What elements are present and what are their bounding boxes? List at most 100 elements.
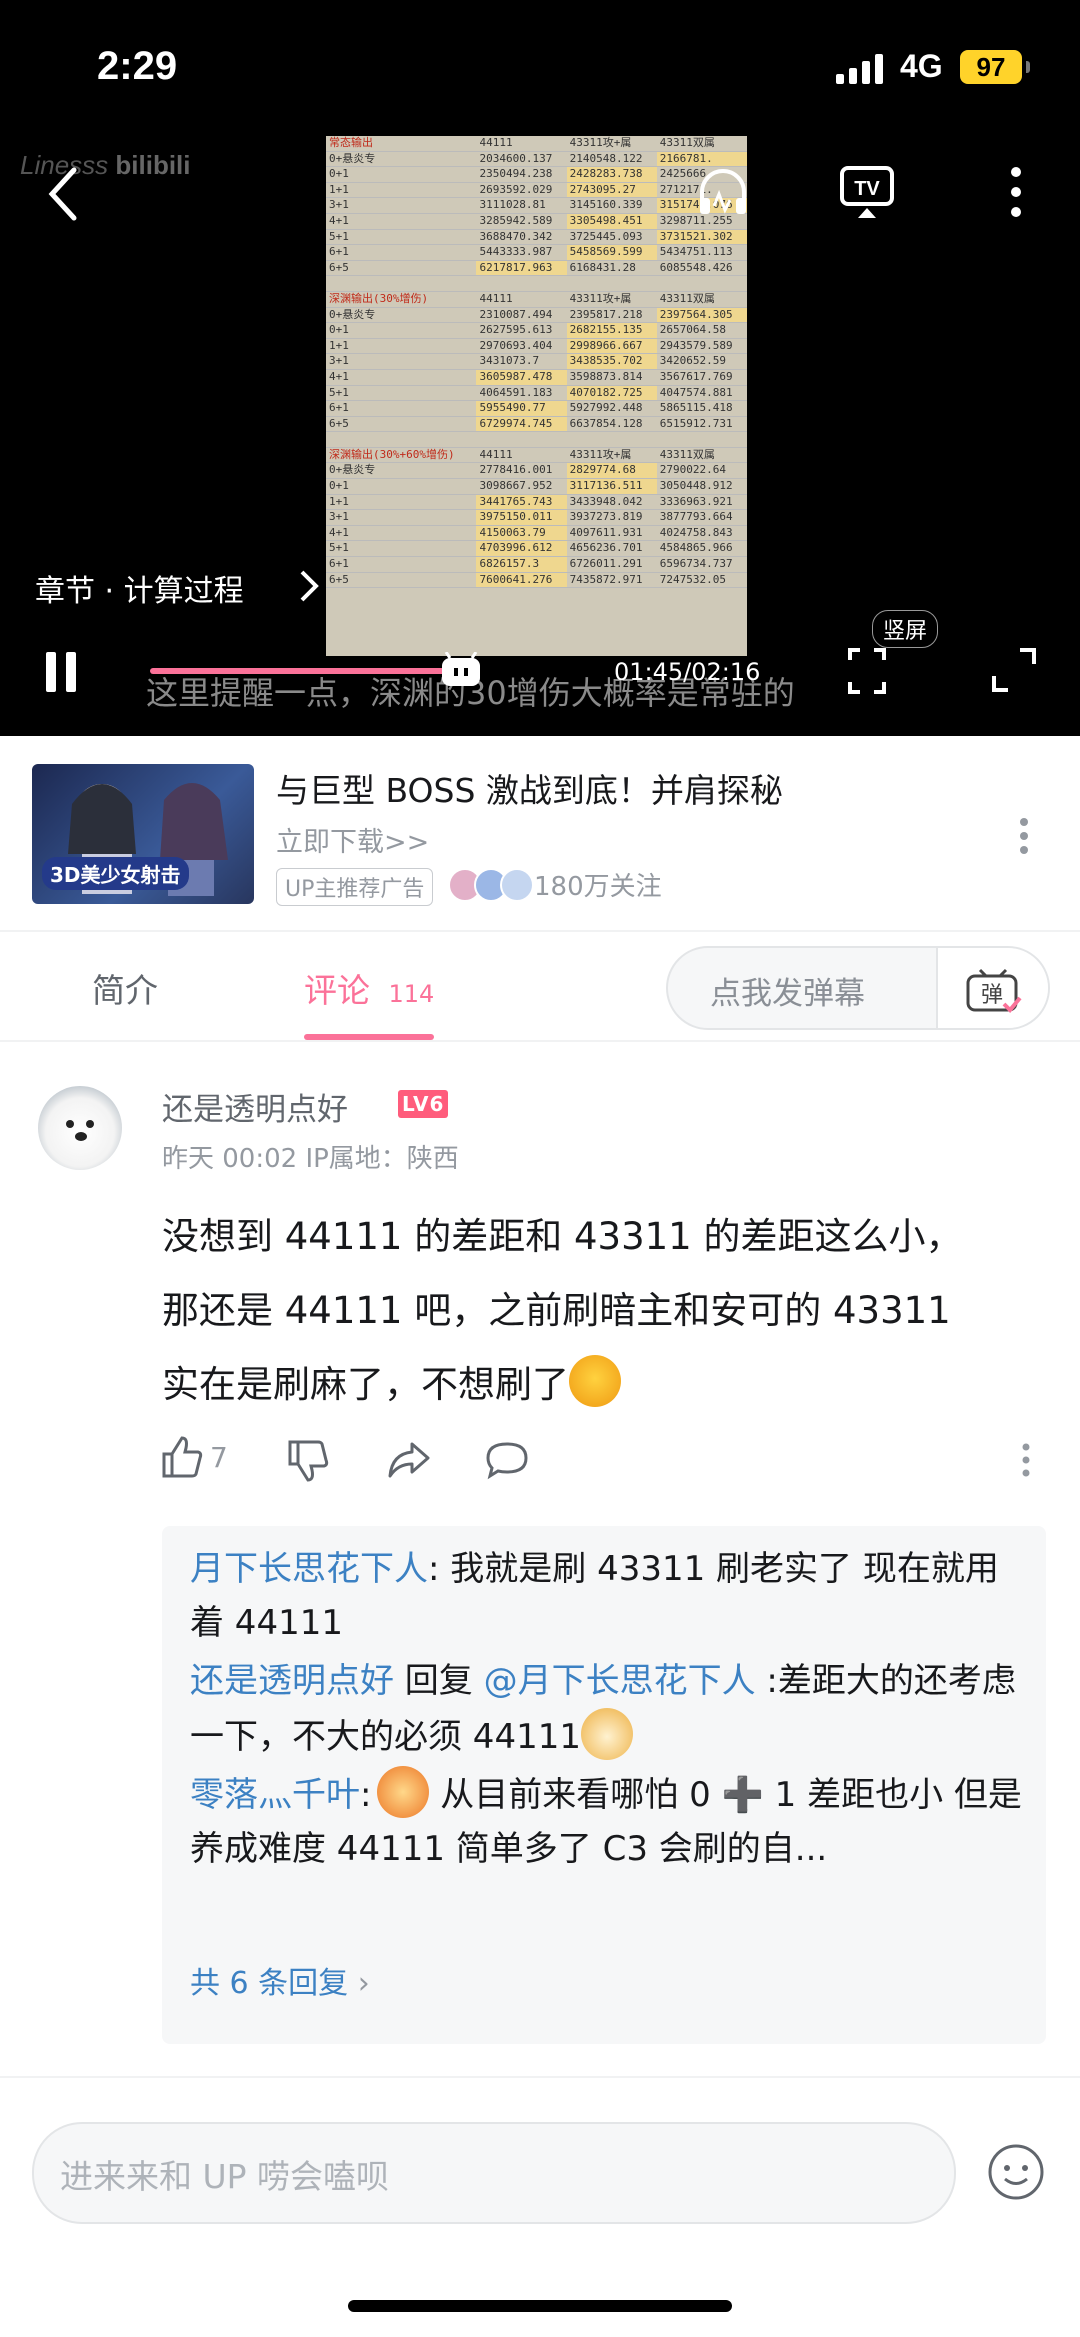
table-cell: 3145160.339 <box>566 197 657 214</box>
table-cell: 6+5 <box>326 260 477 277</box>
reply-item[interactable]: 还是透明点好 回复 @月下长思花下人 :差距大的还考虑一下，不大的必须 4411… <box>190 1654 1024 1764</box>
table-cell: 2034600.137 <box>476 151 567 168</box>
view-all-replies-link[interactable]: 共 6 条回复 › <box>190 1958 370 2002</box>
table-row: 5+1 4064591.183 4070182.725 4047574.881 <box>326 385 747 402</box>
table-cell: 1+1 <box>326 338 477 355</box>
tab-comments[interactable]: 评论 114 <box>304 964 434 1012</box>
table-cell: 0+悬炎专 <box>326 462 477 480</box>
divider <box>0 1040 1080 1042</box>
comment-username[interactable]: 还是透明点好 <box>162 1084 348 1129</box>
pause-icon[interactable] <box>42 650 82 694</box>
table-cell: 4047574.881 <box>656 385 747 402</box>
share-icon[interactable] <box>386 1440 432 1480</box>
thumbs-down-icon[interactable] <box>286 1440 330 1482</box>
status-time: 2:29 <box>97 44 178 88</box>
like-button[interactable]: 7 <box>160 1436 228 1478</box>
table-header-cell: 43311攻+属 <box>566 136 657 152</box>
ad-badge: UP主推荐广告 <box>276 868 434 906</box>
reply-item[interactable]: 零落灬千叶: 从目前来看哪怕 0 ➕ 1 差距也小 但是养成难度 44111 简… <box>190 1766 1024 1876</box>
table-cell: 3598873.814 <box>566 369 657 386</box>
emoji-icon[interactable] <box>986 2142 1046 2202</box>
ad-card[interactable]: 3D美少女射击 与巨型 BOSS 激战到底！并肩探秘 立即下载>> UP主推荐广… <box>0 736 1080 932</box>
table-cell: 5+1 <box>326 385 477 402</box>
chevron-right-icon[interactable] <box>298 568 320 604</box>
table-cell: 6826157.3 <box>476 556 567 573</box>
video-frame: 常态输出 44111 43311攻+属 43311双属 0+悬炎专 2034600.137… <box>326 136 747 656</box>
table-cell: 5+1 <box>326 229 477 246</box>
table-cell: 4097611.931 <box>566 525 657 542</box>
table-cell: 3441765.743 <box>476 494 567 511</box>
reply-connector: 回复 <box>394 1661 484 1701</box>
comment-input[interactable]: 进来来和 UP 唠会嗑呗 <box>32 2122 956 2224</box>
table-cell: 6+5 <box>326 572 477 589</box>
table-cell: 0+1 <box>326 322 477 339</box>
comment-line: 那还是 44111 吧，之前刷暗主和安可的 43311 <box>162 1289 951 1332</box>
ad-image-tag: 3D美少女射击 <box>42 857 189 890</box>
avatar[interactable] <box>38 1086 122 1170</box>
table-cell: 2829774.68 <box>566 462 657 480</box>
danmaku-send-button[interactable]: 弹 <box>936 948 1048 1028</box>
table-row: 6+1 5955490.77 5927992.448 5865115.418 <box>326 400 747 417</box>
table-row: 0+悬炎专 2034600.137 2140548.122 2166781. <box>326 151 747 168</box>
cast-tv-icon[interactable]: TV <box>838 164 896 220</box>
more-icon[interactable] <box>1006 166 1026 218</box>
table-cell: 3111028.81 <box>476 197 567 214</box>
table-cell: 5458569.599 <box>566 244 657 261</box>
table-header-cell: 43311双属 <box>656 447 747 464</box>
table-cell: 3117136.511 <box>566 478 657 495</box>
table-header-cell: 常态输出 <box>326 136 477 152</box>
play-time: 01:45/02:16 <box>614 658 761 686</box>
reply-mention[interactable]: @月下长思花下人 <box>484 1661 756 1701</box>
battery-level: 97 <box>976 52 1006 82</box>
ad-image[interactable]: 3D美少女射击 <box>32 764 254 904</box>
battery-icon: 97 <box>960 50 1030 84</box>
danmaku-btn-label: 弹 <box>981 983 1003 1008</box>
progress-thumb-icon[interactable] <box>440 652 482 688</box>
reply-username[interactable]: 月下长思花下人 <box>190 1549 428 1589</box>
table-row: 1+1 2970693.404 2998966.667 2943579.589 <box>326 338 747 355</box>
divider <box>0 2076 1080 2078</box>
table-cell: 5+1 <box>326 540 477 558</box>
danmaku-tv-icon: 弹 <box>966 968 1022 1013</box>
listen-icon[interactable] <box>694 162 752 220</box>
vertical-fullscreen-icon[interactable] <box>846 646 888 696</box>
comment-more-icon[interactable] <box>1020 1442 1032 1478</box>
reply-username[interactable]: 还是透明点好 <box>190 1661 394 1701</box>
table-cell: 4024758.843 <box>656 525 747 542</box>
comment-reply-icon[interactable] <box>484 1440 530 1480</box>
ad-download-link[interactable]: 立即下载>> <box>276 820 429 859</box>
table-cell: 2140548.122 <box>566 151 657 168</box>
table-cell: 2428283.738 <box>566 166 657 183</box>
table-cell: 6637854.128 <box>566 416 657 433</box>
table-row: 4+1 3605987.478 3598873.814 3567617.769 <box>326 369 747 386</box>
table-row: 0+1 3098667.952 3117136.511 3050448.912 <box>326 478 747 495</box>
table-cell: 3937273.819 <box>566 509 657 526</box>
doge-emoji-icon <box>580 1708 633 1760</box>
table-row: 0+1 2627595.613 2682155.135 2657064.58 <box>326 322 747 339</box>
back-icon[interactable] <box>46 166 80 222</box>
table-cell: 4+1 <box>326 213 477 230</box>
table-cell: 4703996.612 <box>476 540 567 558</box>
danmaku-input[interactable]: 点我发弹幕 弹 <box>666 946 1050 1030</box>
reply-username[interactable]: 零落灬千叶 <box>190 1775 360 1815</box>
table-cell: 6726011.291 <box>566 556 657 573</box>
tab-intro[interactable]: 简介 <box>92 964 158 1012</box>
table-header-row: 深渊输出(30%增伤) 44111 43311攻+属 43311双属 <box>326 291 747 308</box>
ad-title[interactable]: 与巨型 BOSS 激战到底！并肩探秘 <box>276 764 783 812</box>
table-row: 4+1 4150063.79 4097611.931 4024758.843 <box>326 525 747 542</box>
table-cell: 2743095.27 <box>566 182 657 199</box>
vertical-mode-label[interactable]: 竖屏 <box>872 610 939 648</box>
table-cell: 4+1 <box>326 525 477 542</box>
video-player[interactable]: 2:29 4G 97 Linesss bilibili 常态输出 44111 433… <box>0 0 1080 736</box>
table-cell: 3731521.302 <box>656 229 747 246</box>
ad-more-icon[interactable] <box>1018 816 1030 856</box>
chapter-label[interactable]: 章节 · 计算过程 <box>35 566 244 610</box>
reply-preview-box[interactable]: 月下长思花下人: 我就是刷 43311 刷老实了 现在就用着 44111 还是透… <box>162 1526 1046 2044</box>
progress-bar[interactable] <box>150 668 472 674</box>
table-cell: 3433948.042 <box>566 494 657 511</box>
comment-line-last: 实在是刷麻了，不想刷了 <box>162 1348 1022 1422</box>
table-cell: 2998966.667 <box>566 338 657 355</box>
fullscreen-icon[interactable] <box>990 646 1038 694</box>
reply-item[interactable]: 月下长思花下人: 我就是刷 43311 刷老实了 现在就用着 44111 <box>190 1542 1024 1650</box>
table-cell: 4656236.701 <box>566 540 657 558</box>
